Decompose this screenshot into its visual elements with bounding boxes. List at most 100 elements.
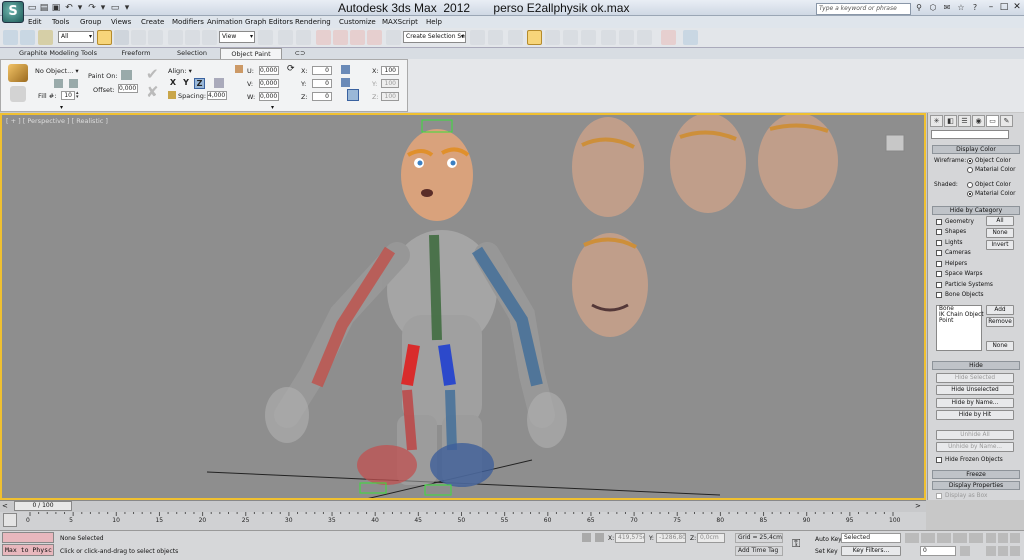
ribbon-brush-expand-icon[interactable]: ▾ — [60, 104, 63, 111]
redo-dropdown-icon[interactable]: ▾ — [98, 3, 108, 13]
motion-tab-icon[interactable]: ◉ — [972, 115, 985, 127]
time-slider-thumb[interactable]: 0 / 100 — [14, 501, 72, 511]
edit-object-list-icon[interactable] — [69, 79, 78, 88]
uniform-scale-icon[interactable] — [347, 89, 359, 101]
time-slider-next-icon[interactable]: > — [915, 502, 923, 511]
ribbon-expand-icon[interactable]: ▾ — [271, 104, 274, 111]
time-slider-prev-icon[interactable]: < — [2, 502, 10, 511]
geometry-checkbox[interactable] — [936, 219, 942, 225]
zoom-icon[interactable] — [986, 533, 996, 543]
align-icon[interactable] — [488, 30, 503, 45]
search-input[interactable]: Type a keyword or phrase — [816, 3, 911, 15]
angle-snap-icon[interactable] — [333, 30, 348, 45]
subscription-icon[interactable]: ⬡ — [928, 3, 938, 13]
category-list[interactable]: Bone IK Chain Object Point — [936, 305, 984, 351]
commit-check-icon[interactable]: ✔ — [146, 66, 162, 82]
hide-by-hit-button[interactable]: Hide by Hit — [936, 410, 1014, 420]
pan-icon[interactable] — [998, 546, 1008, 556]
time-config-icon[interactable] — [960, 546, 970, 556]
list-none-button[interactable]: None — [986, 341, 1014, 351]
absolute-mode-icon[interactable] — [595, 533, 604, 542]
align-dropdown[interactable]: Align: ▾ — [168, 67, 192, 75]
zoom-all-icon[interactable] — [998, 533, 1008, 543]
menu-views[interactable]: Views — [111, 16, 131, 28]
helpers-checkbox[interactable] — [936, 261, 942, 267]
paint-brush-icon[interactable] — [8, 64, 28, 82]
menu-group[interactable]: Group — [80, 16, 101, 28]
rotate-y-field[interactable]: 0 — [312, 79, 332, 88]
lights-checkbox[interactable] — [936, 240, 942, 246]
new-file-icon[interactable]: ▭ — [27, 3, 37, 13]
layer-manager-icon[interactable] — [508, 30, 523, 45]
next-frame-icon[interactable] — [953, 533, 967, 543]
maxscript-listener[interactable]: Max to Physc — [2, 544, 54, 556]
menu-tools[interactable]: Tools — [52, 16, 69, 28]
spacing-field[interactable]: 4,000 — [207, 91, 227, 100]
material-editor-icon[interactable] — [581, 30, 596, 45]
fill-brush-icon[interactable] — [10, 86, 26, 102]
v-offset-field[interactable]: 0,000 — [259, 79, 279, 88]
percent-snap-icon[interactable] — [350, 30, 365, 45]
wireframe-object-color-radio[interactable] — [967, 158, 973, 164]
category-none-button[interactable]: None — [986, 228, 1014, 238]
current-frame-field[interactable]: 0 — [920, 546, 956, 556]
paint-object-dropdown[interactable]: No Object... ▾ — [35, 67, 79, 75]
window-crossing-icon[interactable] — [148, 30, 163, 45]
edit-named-selection-icon[interactable] — [386, 30, 401, 45]
minimize-button[interactable]: – — [985, 2, 997, 13]
set-key-icon[interactable]: ⚿ — [792, 537, 810, 551]
menu-maxscript[interactable]: MAXScript — [382, 16, 418, 28]
axis-y-button[interactable]: Y — [181, 78, 191, 88]
unhide-by-name-button[interactable]: Unhide by Name... — [936, 442, 1014, 452]
shapes-checkbox[interactable] — [936, 229, 942, 235]
render-production-icon[interactable] — [637, 30, 652, 45]
undo-dropdown-icon[interactable]: ▾ — [75, 3, 85, 13]
communication-center-icon[interactable]: ✉ — [942, 3, 952, 13]
rotate-z-field[interactable]: 0 — [312, 92, 332, 101]
z-coord-field[interactable]: 0,0cm — [697, 533, 725, 543]
ribbon-minimize-icon[interactable]: ⊂⊃ — [292, 48, 308, 59]
help-icon[interactable]: ? — [970, 3, 980, 13]
render-cloud-icon[interactable] — [661, 30, 676, 45]
auto-key-button[interactable]: Auto Key — [815, 536, 842, 543]
shaded-material-color-radio[interactable] — [967, 191, 973, 197]
maximize-button[interactable]: □ — [998, 2, 1010, 13]
menu-modifiers[interactable]: Modifiers — [172, 16, 204, 28]
create-tab-icon[interactable]: ✳ — [930, 115, 943, 127]
cameras-checkbox[interactable] — [936, 250, 942, 256]
snaps-toggle-icon[interactable] — [316, 30, 331, 45]
tab-selection[interactable]: Selection — [166, 48, 218, 59]
menu-help[interactable]: Help — [426, 16, 442, 28]
freeze-rollout[interactable]: Freeze — [932, 470, 1020, 479]
offset-field[interactable]: 0,000 — [118, 84, 138, 93]
play-icon[interactable] — [937, 533, 951, 543]
unlink-icon[interactable] — [20, 30, 35, 45]
object-name-field[interactable] — [931, 130, 1009, 139]
named-selection-dropdown[interactable]: Create Selection Se — [403, 31, 466, 43]
select-manipulate-icon[interactable] — [278, 30, 293, 45]
project-folder-icon[interactable]: ▭ — [110, 3, 120, 13]
space-warps-checkbox[interactable] — [936, 271, 942, 277]
go-to-end-icon[interactable] — [969, 533, 983, 543]
pivot-center-icon[interactable] — [258, 30, 273, 45]
menu-graph-editors[interactable]: Graph Editors — [245, 16, 293, 28]
scale-icon[interactable] — [202, 30, 217, 45]
tab-freeform[interactable]: Freeform — [108, 48, 164, 59]
category-all-button[interactable]: All — [986, 216, 1014, 226]
menu-edit[interactable]: Edit — [28, 16, 42, 28]
modify-tab-icon[interactable]: ◧ — [944, 115, 957, 127]
orbit-icon[interactable] — [1010, 546, 1020, 556]
y-coord-field[interactable]: -1286,807c — [656, 533, 686, 543]
axis-z-button[interactable]: Z — [194, 78, 205, 89]
lock-scale-icon[interactable] — [341, 78, 350, 87]
mirror-icon[interactable] — [470, 30, 485, 45]
axis-x-button[interactable]: X — [168, 78, 178, 88]
move-icon[interactable] — [168, 30, 183, 45]
menu-customize[interactable]: Customize — [339, 16, 376, 28]
physx-icon[interactable] — [683, 30, 698, 45]
scale-y-field[interactable]: 100 — [381, 79, 399, 88]
add-category-button[interactable]: Add — [986, 305, 1014, 315]
quick-access-dropdown-icon[interactable]: ▾ — [122, 3, 132, 13]
rotate-icon[interactable] — [185, 30, 200, 45]
utilities-tab-icon[interactable]: ✎ — [1000, 115, 1013, 127]
